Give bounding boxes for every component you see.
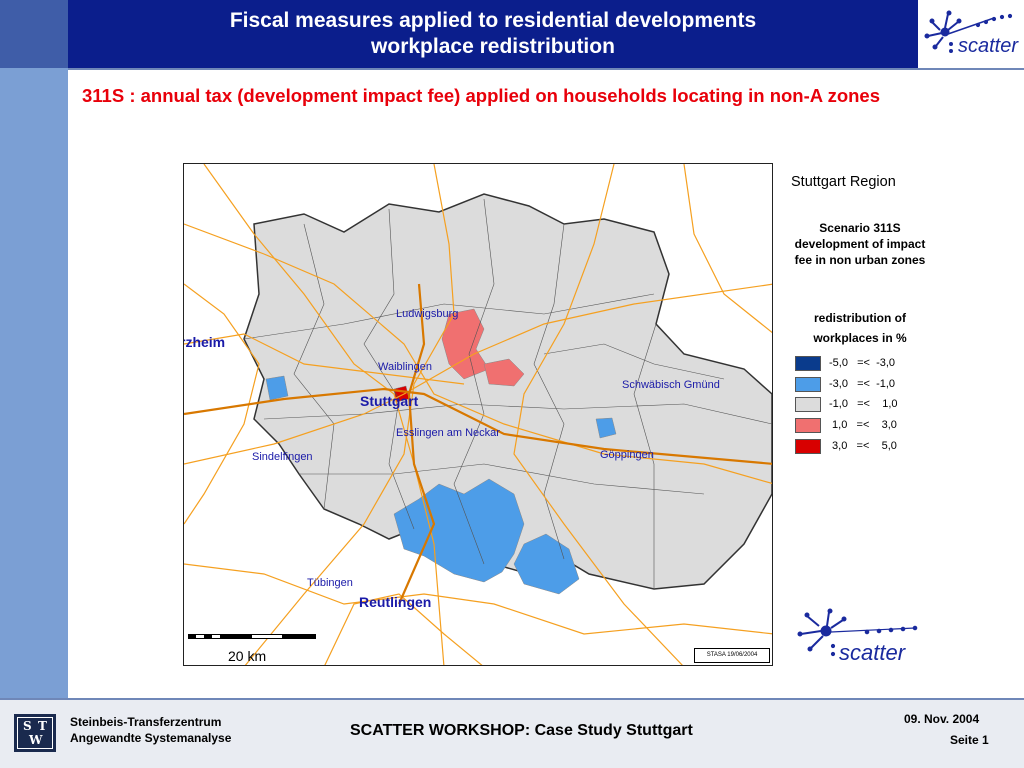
- legend-swatch: [795, 439, 821, 454]
- stw-letter-s: S: [23, 719, 32, 733]
- city-label-waiblingen: Waiblingen: [378, 361, 433, 373]
- city-label-goeppingen: Göppingen: [600, 449, 654, 461]
- logo-text: scatter: [958, 35, 1019, 57]
- organization: Steinbeis-Transferzentrum Angewandte Sys…: [70, 714, 231, 746]
- title-bar: Fiscal measures applied to residential d…: [68, 0, 918, 68]
- left-decor-cap: [0, 0, 68, 68]
- legend-class-label: -3,0 =< -1,0: [829, 378, 896, 390]
- stuttgart-region-map: rzheim Ludwigsburg Waiblingen Schwäbisch…: [183, 163, 773, 666]
- legend-scenario-line-3: fee in non urban zones: [794, 253, 926, 267]
- map-canvas: [184, 164, 772, 665]
- map-scalebar: [188, 634, 316, 639]
- legend-redistribution-line-2: workplaces in %: [813, 331, 907, 345]
- footer: S T W Steinbeis-Transferzentrum Angewand…: [0, 698, 1024, 768]
- legend-redistribution: redistribution of workplaces in %: [775, 308, 945, 348]
- legend-class-label: 1,0 =< 3,0: [829, 419, 897, 431]
- zone-west-low: [265, 375, 289, 401]
- city-label-ludwigsburg: Ludwigsburg: [396, 308, 459, 320]
- legend-swatch: [795, 377, 821, 392]
- scatter-logo-bottom: scatter: [795, 606, 925, 666]
- legend-scenario-line-2: development of impact: [794, 237, 926, 251]
- legend-region-title: Stuttgart Region: [791, 174, 896, 190]
- stw-logo: S T W: [14, 714, 56, 752]
- stw-letter-t: T: [38, 719, 47, 733]
- legend-class-label: -1,0 =< 1,0: [829, 398, 898, 410]
- legend-class-label: 3,0 =< 5,0: [829, 440, 897, 452]
- city-label-reutlingen: Reutlingen: [359, 594, 432, 610]
- logo-text-bottom: scatter: [839, 640, 907, 665]
- legend-class-label: -5,0 =< -3,0: [829, 357, 896, 369]
- org-line-2: Angewandte Systemanalyse: [70, 731, 232, 745]
- title-line-2: workplace redistribution: [371, 35, 615, 58]
- scalebar-label: 20 km: [228, 648, 267, 664]
- city-label-sindelfingen: Sindelfingen: [252, 451, 313, 463]
- legend-swatch: [795, 418, 821, 433]
- workshop-title: SCATTER WORKSHOP: Case Study Stuttgart: [350, 722, 693, 739]
- title-line-1: Fiscal measures applied to residential d…: [229, 9, 757, 32]
- stw-letter-w: W: [29, 733, 43, 747]
- city-label-stuttgart: Stuttgart: [360, 393, 419, 409]
- stw-logo-frame: S T W: [17, 717, 53, 749]
- footer-date: 09. Nov. 2004: [904, 712, 980, 726]
- map-stamp: STASA 19/06/2004: [694, 648, 770, 663]
- scatter-logo-top: scatter: [918, 0, 1024, 68]
- legend-scenario-line-1: Scenario 311S: [819, 221, 901, 235]
- header-rule: [68, 68, 1024, 70]
- city-label-tuebingen: Tübingen: [307, 577, 353, 589]
- left-decor-strip: [0, 0, 68, 698]
- city-label-pforzheim: rzheim: [183, 334, 226, 350]
- city-label-schwaebisch-gmuend: Schwäbisch Gmünd: [622, 379, 720, 391]
- org-line-1: Steinbeis-Transferzentrum: [70, 715, 222, 729]
- slide-subtitle: 311S : annual tax (development impact fe…: [82, 85, 881, 106]
- legend-swatch: [795, 356, 821, 371]
- legend-redistribution-line-1: redistribution of: [814, 311, 906, 325]
- legend-scenario: Scenario 311S development of impact fee …: [775, 220, 945, 268]
- page-number: Seite 1: [950, 733, 989, 747]
- legend-swatch: [795, 397, 821, 412]
- city-label-esslingen: Esslingen am Neckar: [396, 427, 500, 439]
